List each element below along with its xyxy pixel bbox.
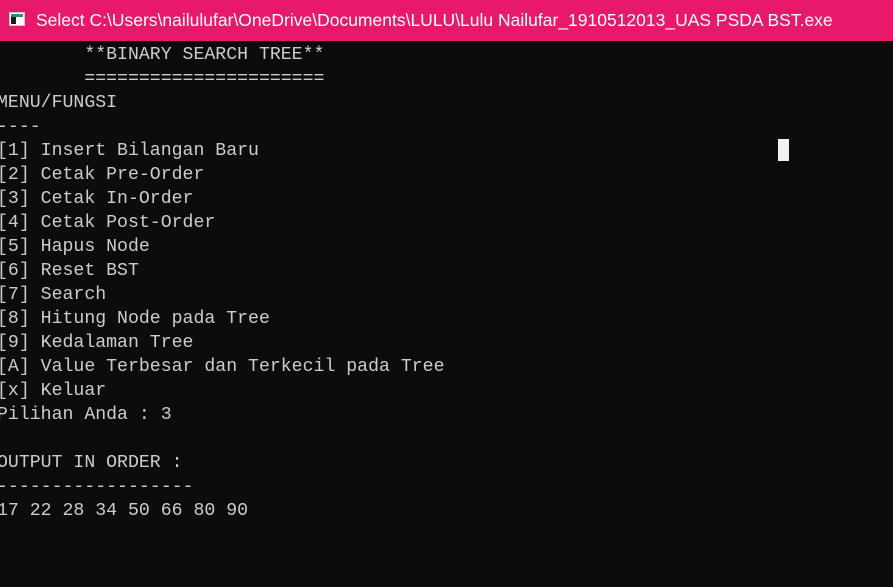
text-cursor [778,139,789,161]
user-choice-line: Pilihan Anda : 3 [0,405,172,425]
console-line-header-underline: ====================== [0,69,325,89]
console-line-header-title: **BINARY SEARCH TREE** [0,45,325,65]
menu-option-a: [A] Value Terbesar dan Terkecil pada Tre… [0,357,445,377]
menu-option-1: [1] Insert Bilangan Baru [0,141,259,161]
menu-option-2: [2] Cetak Pre-Order [0,165,205,185]
menu-option-4: [4] Cetak Post-Order [0,213,216,233]
menu-option-3: [3] Cetak In-Order [0,189,194,209]
console-line-menu-heading: MENU/FUNGSI [0,93,118,113]
menu-option-x: [x] Keluar [0,381,107,401]
title-bar[interactable]: Select C:\Users\nailulufar\OneDrive\Docu… [0,0,893,41]
console-line-menu-divider: ---- [0,117,41,137]
console-window: Select C:\Users\nailulufar\OneDrive\Docu… [0,0,893,587]
inorder-output-values: 17 22 28 34 50 66 80 90 [0,501,249,521]
output-heading: OUTPUT IN ORDER : [0,453,183,473]
menu-option-8: [8] Hitung Node pada Tree [0,309,270,329]
output-divider: ------------------ [0,477,194,497]
console-output[interactable]: **BINARY SEARCH TREE** =================… [0,43,893,587]
menu-option-9: [9] Kedalaman Tree [0,333,194,353]
menu-option-6: [6] Reset BST [0,261,139,281]
menu-option-5: [5] Hapus Node [0,237,150,257]
menu-option-7: [7] Search [0,285,107,305]
console-app-icon[interactable] [9,12,25,26]
window-title: Select C:\Users\nailulufar\OneDrive\Docu… [36,10,833,30]
